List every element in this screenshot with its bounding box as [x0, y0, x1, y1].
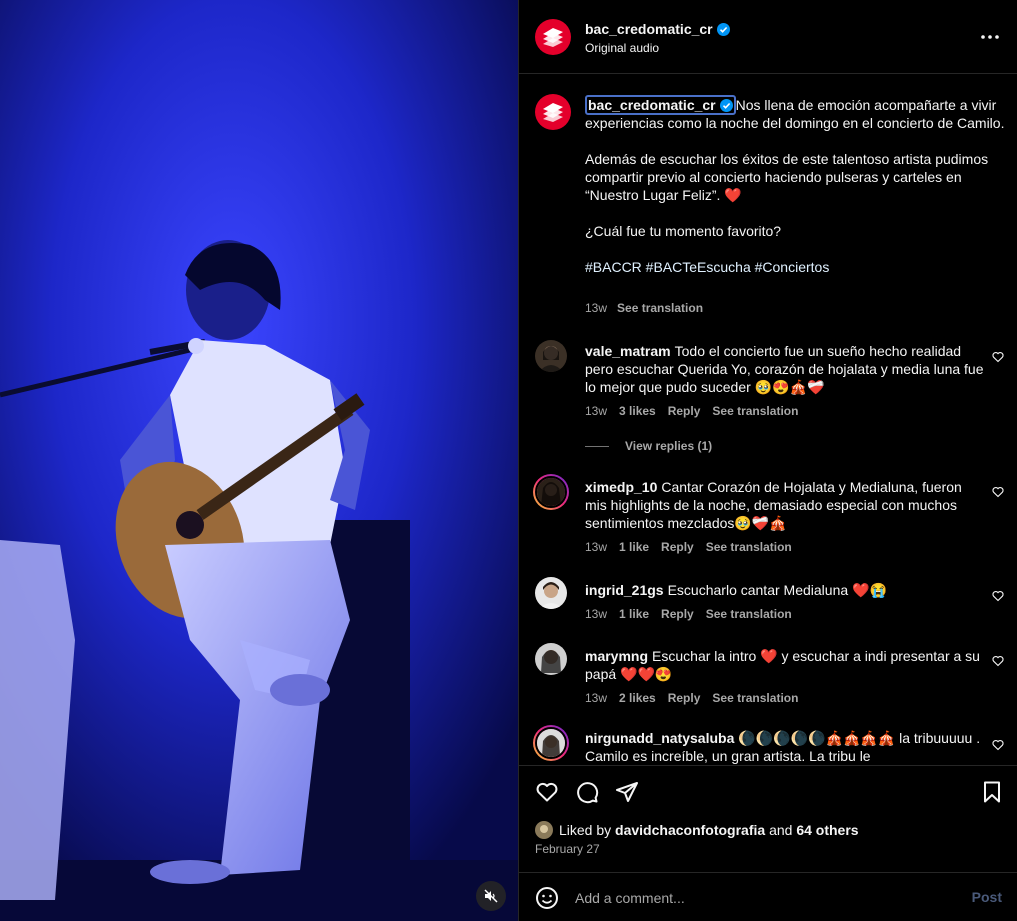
heart-icon[interactable]	[535, 780, 559, 804]
comment-username[interactable]: vale_matram	[585, 343, 671, 359]
commenter-avatar[interactable]	[533, 474, 569, 510]
comment-input[interactable]	[575, 885, 955, 911]
post-date[interactable]: February 27	[535, 842, 600, 856]
comment-likes-count[interactable]: 1 like	[619, 540, 649, 554]
muted-speaker-icon	[484, 889, 498, 903]
comment-likes-count[interactable]: 3 likes	[619, 404, 656, 418]
comment-timestamp[interactable]: 13w	[585, 404, 607, 418]
view-replies-button[interactable]: View replies (1)	[585, 439, 712, 453]
comment-likes-count[interactable]: 2 likes	[619, 691, 656, 705]
post-details-panel: bac_credomatic_cr Original audio bac_cre…	[518, 0, 1017, 921]
caption-text-2: Además de escuchar los éxitos de este ta…	[585, 151, 989, 203]
likes-and: and	[769, 822, 793, 838]
likes-others-count[interactable]: 64 others	[796, 822, 858, 838]
caption-text-3: ¿Cuál fue tu momento favorito?	[585, 223, 782, 239]
caption-meta: 13w See translation	[585, 301, 703, 315]
author-username-text[interactable]: bac_credomatic_cr	[585, 21, 713, 37]
comments-scroll-area[interactable]: bac_credomatic_cr Nos llena de emoción ac…	[519, 75, 1017, 765]
reply-button[interactable]: Reply	[661, 540, 694, 554]
emoji-icon[interactable]	[535, 886, 559, 910]
caption-hashtags[interactable]: #BACCR #BACTeEscucha #Conciertos	[585, 258, 1005, 276]
comment-text: ingrid_21gs Escucharlo cantar Medialuna ❤…	[585, 581, 985, 599]
comment-body: Escucharlo cantar Medialuna ❤️😭	[667, 582, 887, 598]
likes-summary[interactable]: Liked by davidchaconfotografia and 64 ot…	[535, 820, 859, 840]
comment-like-heart-icon[interactable]	[992, 739, 1004, 751]
reply-button[interactable]: Reply	[668, 691, 701, 705]
bac-logo-icon	[543, 103, 563, 122]
divider-line	[585, 446, 609, 448]
see-translation-button[interactable]: See translation	[712, 404, 798, 418]
commenter-avatar[interactable]	[535, 340, 567, 372]
mute-toggle-button[interactable]	[476, 881, 506, 911]
comment-username[interactable]: ingrid_21gs	[585, 582, 664, 598]
liker-avatar[interactable]	[535, 821, 553, 839]
comment-text: ximedp_10 Cantar Corazón de Hojalata y Me…	[585, 478, 985, 532]
audio-label[interactable]: Original audio	[585, 41, 659, 55]
comment-meta: 13w 1 like Reply See translation	[585, 607, 804, 621]
comment-text: vale_matram Todo el concierto fue un sueñ…	[585, 342, 985, 396]
author-avatar[interactable]	[535, 19, 571, 55]
see-translation-button[interactable]: See translation	[712, 691, 798, 705]
comment-like-heart-icon[interactable]	[992, 590, 1004, 602]
post-comment-button[interactable]: Post	[972, 889, 1002, 905]
bac-logo-icon	[543, 28, 563, 47]
post-caption: bac_credomatic_cr Nos llena de emoción ac…	[585, 95, 1005, 276]
verified-badge-icon	[719, 99, 733, 112]
reply-button[interactable]: Reply	[668, 404, 701, 418]
see-translation-button[interactable]: See translation	[706, 540, 792, 554]
commenter-avatar[interactable]	[535, 577, 567, 609]
reply-button[interactable]: Reply	[661, 607, 694, 621]
share-icon[interactable]	[615, 780, 639, 804]
comment-username[interactable]: marymng	[585, 648, 648, 664]
comment-text: marymng Escuchar la intro ❤️ y escuchar a…	[585, 647, 985, 683]
more-options-icon[interactable]	[978, 28, 1002, 46]
commenter-avatar[interactable]	[535, 643, 567, 675]
bookmark-icon[interactable]	[980, 780, 1004, 804]
comment-username[interactable]: nirgunadd_natysaluba	[585, 730, 734, 746]
see-translation-button[interactable]: See translation	[706, 607, 792, 621]
comment-meta: 13w 1 like Reply See translation	[585, 540, 804, 554]
caption-username[interactable]: bac_credomatic_cr	[585, 95, 736, 115]
comment-timestamp[interactable]: 13w	[585, 691, 607, 705]
concert-video-frame	[0, 0, 518, 921]
post-actions-bar	[519, 765, 1017, 815]
comment-timestamp[interactable]: 13w	[585, 607, 607, 621]
comment-like-heart-icon[interactable]	[992, 655, 1004, 667]
commenter-avatar[interactable]	[533, 725, 569, 761]
comment-icon[interactable]	[575, 780, 599, 804]
comment-meta: 13w 2 likes Reply See translation	[585, 691, 810, 705]
comment-like-heart-icon[interactable]	[992, 486, 1004, 498]
comment-meta: 13w 3 likes Reply See translation	[585, 404, 810, 418]
verified-badge-icon	[716, 23, 730, 36]
comment-likes-count[interactable]: 1 like	[619, 607, 649, 621]
author-username[interactable]: bac_credomatic_cr	[585, 21, 730, 37]
caption-see-translation[interactable]: See translation	[617, 301, 703, 315]
caption-username-text[interactable]: bac_credomatic_cr	[588, 97, 716, 113]
comment-username[interactable]: ximedp_10	[585, 479, 657, 495]
likes-prefix: Liked by	[559, 822, 612, 838]
add-comment-bar: Post	[519, 872, 1017, 921]
post-header: bac_credomatic_cr Original audio	[519, 0, 1017, 74]
post-video[interactable]	[0, 0, 518, 921]
comment-like-heart-icon[interactable]	[992, 351, 1004, 363]
comment-text: nirgunadd_natysaluba 🌘🌘🌘🌘🌘🎪🎪🎪🎪 la tribuuu…	[585, 729, 985, 765]
comment-timestamp[interactable]: 13w	[585, 540, 607, 554]
caption-timestamp[interactable]: 13w	[585, 301, 607, 315]
liker-username[interactable]: davidchaconfotografia	[615, 822, 765, 838]
caption-author-avatar[interactable]	[535, 94, 571, 130]
view-replies-label[interactable]: View replies (1)	[625, 439, 712, 453]
instagram-post-view: bac_credomatic_cr Original audio bac_cre…	[0, 0, 1017, 921]
